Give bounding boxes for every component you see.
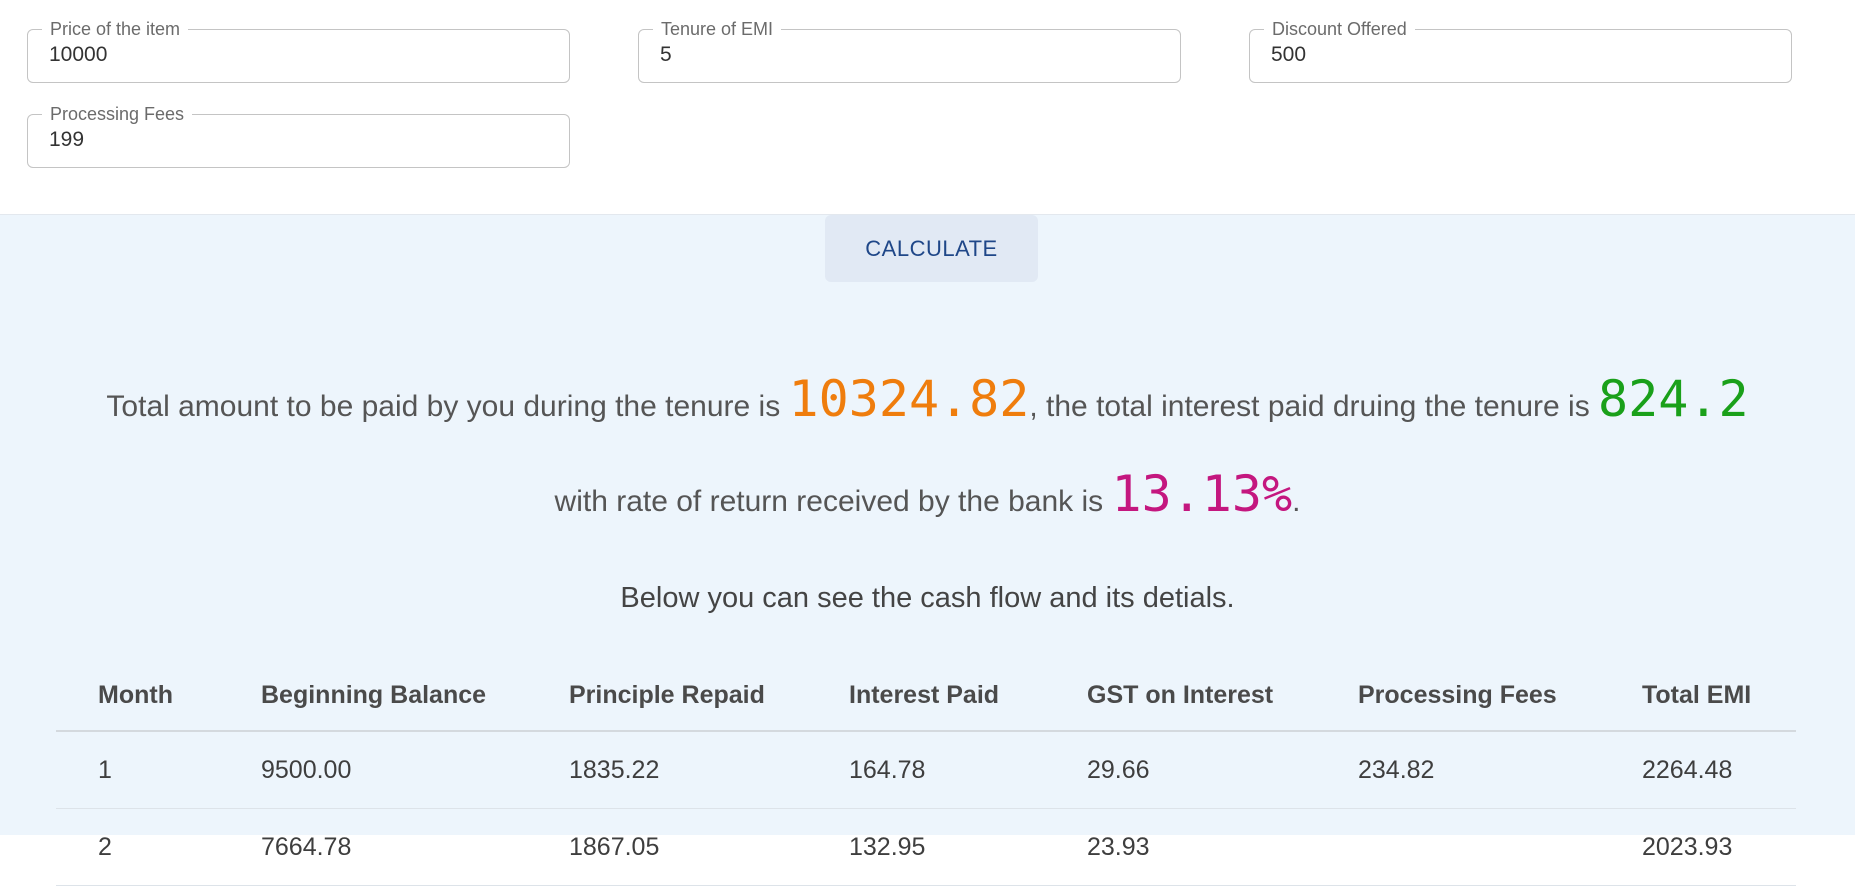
summary-text-2: , the total interest paid druing the ten… [1029,390,1599,423]
header-principle-repaid: Principle Repaid [569,660,849,732]
header-processing-fees: Processing Fees [1358,660,1642,732]
processing-fees-field[interactable]: Processing Fees [27,104,570,168]
results-section: CALCULATE Total amount to be paid by you… [0,215,1855,886]
cell-interest-paid: 164.78 [849,731,1087,809]
discount-field[interactable]: Discount Offered [1249,19,1792,83]
summary-line-2: with rate of return received by the bank… [0,465,1855,523]
calculate-button[interactable]: CALCULATE [825,215,1038,282]
table-header-row: Month Beginning Balance Principle Repaid… [56,660,1796,732]
header-gst-on-interest: GST on Interest [1087,660,1358,732]
header-total-emi: Total EMI [1642,660,1796,732]
table-row: 2 7664.78 1867.05 132.95 23.93 2023.93 [56,808,1796,886]
summary-text-4: . [1292,485,1301,518]
cell-processing-fees: 234.82 [1358,731,1642,809]
summary-line-1: Total amount to be paid by you during th… [0,370,1855,428]
tenure-input[interactable] [660,43,1140,67]
rate-of-return-value: 13.13% [1111,465,1293,523]
price-field[interactable]: Price of the item [27,19,570,83]
total-interest-value: 824.2 [1598,370,1749,428]
cell-interest-paid: 132.95 [849,808,1087,886]
processing-fees-label: Processing Fees [42,104,193,124]
input-form: Price of the item Tenure of EMI Discount… [0,0,1855,215]
cell-processing-fees [1358,808,1642,886]
tenure-field[interactable]: Tenure of EMI [638,19,1181,83]
cell-gst-on-interest: 29.66 [1087,731,1358,809]
header-month: Month [56,660,261,732]
summary-text-1: Total amount to be paid by you during th… [106,390,789,423]
cell-month: 2 [56,808,261,886]
cell-gst-on-interest: 23.93 [1087,808,1358,886]
cell-beginning-balance: 9500.00 [261,731,569,809]
total-amount-value: 10324.82 [788,370,1030,428]
cell-principle-repaid: 1835.22 [569,731,849,809]
discount-input[interactable] [1271,43,1751,67]
cell-total-emi: 2264.48 [1642,731,1796,809]
summary-text-3: with rate of return received by the bank… [554,485,1112,518]
price-label: Price of the item [42,19,189,39]
processing-fees-input[interactable] [49,128,529,152]
cell-month: 1 [56,731,261,809]
cell-beginning-balance: 7664.78 [261,808,569,886]
discount-label: Discount Offered [1264,19,1415,39]
table-row: 1 9500.00 1835.22 164.78 29.66 234.82 22… [56,731,1796,809]
tenure-label: Tenure of EMI [653,19,782,39]
cash-flow-table: Month Beginning Balance Principle Repaid… [56,660,1796,886]
cash-flow-note: Below you can see the cash flow and its … [620,582,1235,614]
header-interest-paid: Interest Paid [849,660,1087,732]
cell-principle-repaid: 1867.05 [569,808,849,886]
cell-total-emi: 2023.93 [1642,808,1796,886]
price-input[interactable] [49,43,529,67]
header-beginning-balance: Beginning Balance [261,660,569,732]
